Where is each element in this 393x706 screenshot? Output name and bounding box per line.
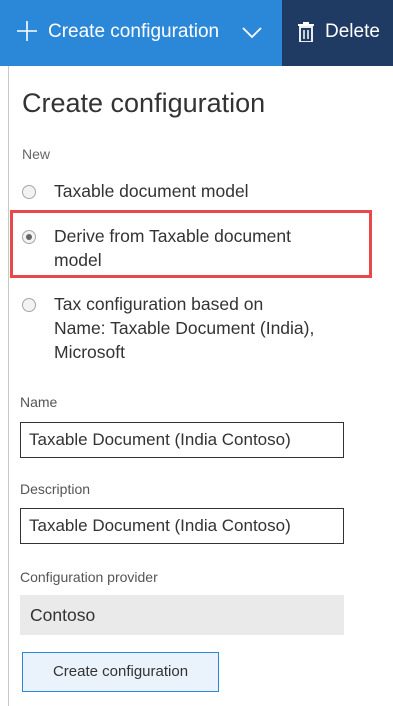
radio-option-label: Taxable document model — [54, 181, 249, 201]
create-configuration-button[interactable]: Create configuration — [22, 652, 219, 692]
plus-icon — [17, 21, 37, 41]
radio-button[interactable] — [22, 185, 36, 199]
radio-option-label-continued: model — [54, 250, 102, 270]
new-section-label: New — [22, 146, 51, 162]
description-input[interactable]: Taxable Document (India Contoso) — [20, 508, 344, 544]
radio-button[interactable] — [22, 298, 36, 312]
configuration-provider-label: Configuration provider — [20, 569, 158, 585]
radio-option-label-continued: Microsoft — [54, 342, 125, 362]
radio-option-taxable-document-model[interactable]: Taxable document model — [22, 180, 362, 206]
configuration-provider-value: Contoso — [20, 595, 344, 635]
radio-button-selected[interactable] — [22, 230, 36, 244]
chevron-down-icon — [242, 27, 262, 39]
delete-button[interactable]: Delete — [282, 0, 393, 66]
delete-label: Delete — [325, 21, 380, 42]
panel-title: Create configuration — [22, 88, 266, 118]
radio-option-label-continued: Name: Taxable Document (India), — [54, 318, 315, 338]
create-configuration-menu-button[interactable]: Create configuration — [0, 0, 282, 66]
create-configuration-menu-label: Create configuration — [48, 21, 220, 42]
radio-option-label: Derive from Taxable document — [54, 226, 292, 246]
panel-left-border — [8, 66, 9, 706]
name-label: Name — [20, 394, 58, 410]
action-toolbar: Create configuration Delete — [0, 0, 393, 66]
trash-icon — [298, 22, 314, 42]
radio-option-tax-configuration-based-on[interactable]: Tax configuration based on Name: Taxable… — [22, 293, 362, 365]
name-input[interactable]: Taxable Document (India Contoso) — [20, 422, 344, 458]
radio-option-label: Tax configuration based on — [54, 294, 264, 314]
radio-option-derive-from-taxable-document-model[interactable]: Derive from Taxable document model — [22, 225, 362, 273]
description-label: Description — [20, 481, 91, 497]
